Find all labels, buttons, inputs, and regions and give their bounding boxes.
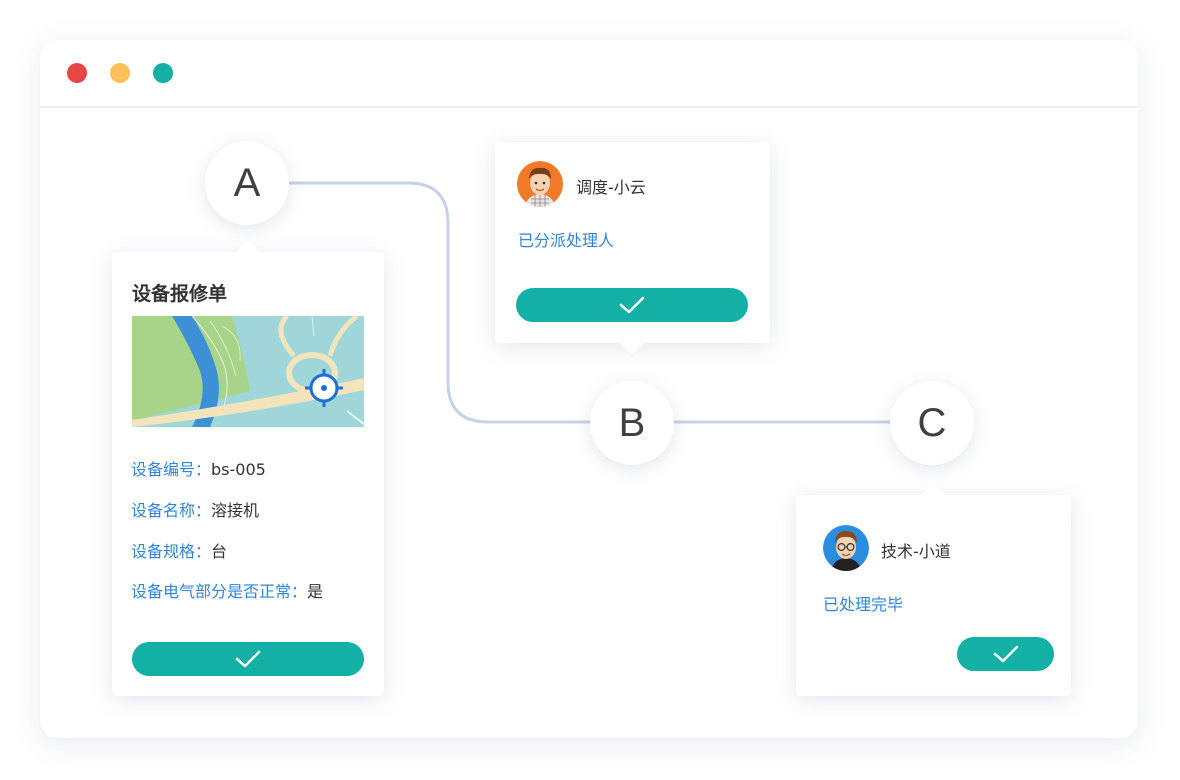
checkmark-icon: [235, 650, 261, 668]
field-label: 设备编号：: [131, 460, 212, 479]
checkmark-icon: [619, 296, 645, 314]
window-maximize-button[interactable]: [153, 63, 173, 83]
field-device-id: 设备编号：bs-005: [131, 456, 266, 480]
dispatch-confirm-button[interactable]: [516, 288, 748, 322]
technician-name: 技术-小道: [881, 542, 951, 561]
field-label: 设备名称：: [131, 501, 212, 520]
technician-avatar: [823, 525, 869, 571]
flow-node-a[interactable]: A: [205, 141, 289, 225]
field-electrical-ok: 设备电气部分是否正常：是: [131, 578, 323, 602]
flow-node-b[interactable]: B: [590, 381, 674, 465]
technician-card: 技术-小道 已处理完毕: [796, 483, 1071, 696]
repair-form-confirm-button[interactable]: [132, 642, 364, 676]
dispatcher-name: 调度-小云: [576, 178, 646, 197]
node-c-label: C: [917, 400, 947, 445]
dispatch-card: 调度-小云 已分派处理人: [495, 142, 770, 355]
title-bar: [40, 40, 1138, 108]
field-value: 是: [307, 582, 324, 601]
checkmark-icon: [993, 645, 1018, 663]
field-value: 溶接机: [211, 501, 260, 520]
repair-form-card: 设备报修单 设备编号：bs-005 设备名称：溶接机 设备规格：台 设备电气部分…: [112, 240, 384, 696]
field-label: 设备电气部分是否正常：: [131, 582, 308, 601]
location-map[interactable]: [132, 316, 364, 427]
flow-node-c[interactable]: C: [890, 381, 974, 465]
node-b-label: B: [618, 400, 646, 445]
field-value: 台: [211, 542, 228, 561]
field-value: bs-005: [211, 460, 266, 479]
field-device-spec: 设备规格：台: [131, 538, 227, 562]
repair-form-title: 设备报修单: [132, 283, 228, 305]
field-device-name: 设备名称：溶接机: [131, 497, 259, 521]
field-label: 设备规格：: [131, 542, 212, 561]
dispatch-status: 已分派处理人: [518, 231, 615, 250]
window-minimize-button[interactable]: [110, 63, 130, 83]
node-a-label: A: [233, 160, 261, 205]
technician-confirm-button[interactable]: [957, 637, 1054, 671]
window-close-button[interactable]: [67, 63, 87, 83]
dispatcher-avatar: [517, 161, 563, 207]
technician-status: 已处理完毕: [823, 595, 904, 614]
